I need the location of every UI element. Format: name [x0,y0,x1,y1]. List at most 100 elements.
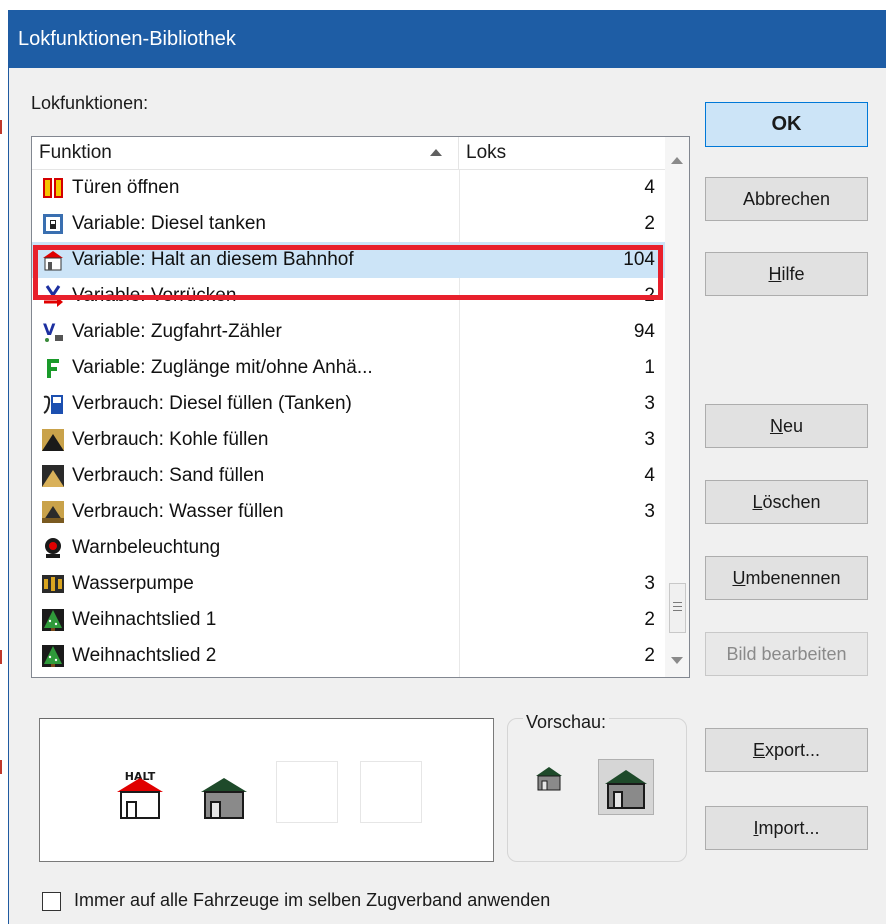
svg-text:V: V [43,321,56,339]
list-item[interactable]: Verbrauch: Sand füllen 4 [32,458,665,494]
preview-large-frame [598,759,654,815]
ok-button[interactable]: OK [705,102,868,147]
water-pump-icon [42,575,64,593]
list-item[interactable]: Weihnachtslied 1 2 [32,602,665,638]
image-slot-station[interactable] [192,761,254,823]
new-button[interactable]: Neu [705,404,868,448]
list-item-name: Variable: Diesel tanken [72,213,266,234]
advance-arrow-icon [44,285,63,307]
coal-pile-icon [42,429,64,451]
diesel-refuel-icon [43,395,63,414]
list-item[interactable]: Warnbeleuchtung [32,530,665,566]
list-item-loks: 2 [644,645,655,666]
image-slot-empty[interactable] [360,761,422,823]
list-item-loks: 1 [644,357,655,378]
title-bar[interactable]: Lokfunktionen-Bibliothek [9,10,886,68]
column-header-funktion-label: Funktion [39,142,112,163]
list-item-name: Verbrauch: Diesel füllen (Tanken) [72,393,352,414]
scroll-grip [673,606,682,607]
list-item[interactable]: Verbrauch: Kohle füllen 3 [32,422,665,458]
list-item[interactable]: Wasserpumpe 3 [32,566,665,602]
scroll-thumb[interactable] [669,583,686,633]
doors-icon [43,178,63,198]
list-item-loks: 2 [644,213,655,234]
list-item-loks: 3 [644,501,655,522]
export-button[interactable]: Export... [705,728,868,772]
water-pile-icon [42,501,64,523]
new-button-mnemonic: N [769,416,783,436]
column-header-loks-label: Loks [466,142,507,163]
list-item-loks: 4 [644,177,655,198]
list-item-loks: 2 [644,609,655,630]
list-item[interactable]: Türen öffnen 4 [32,170,665,206]
rename-button[interactable]: Umbenennen [705,556,868,600]
image-slot-empty[interactable] [276,761,338,823]
list-item-name: Variable: Zugfahrt-Zähler [72,321,282,342]
sand-pile-icon [42,465,64,487]
image-slot-halt[interactable]: HALT [108,761,170,823]
scroll-down-icon[interactable] [671,657,683,664]
list-item[interactable]: Weihnachtslied 2 2 [32,638,665,674]
column-header-loks[interactable]: Loks [459,137,665,169]
list-item[interactable]: V Variable: Zugfahrt-Zähler 94 [32,314,665,350]
list-item-name: Weihnachtslied 1 [72,609,217,630]
list-item[interactable]: Variable: Zuglänge mit/ohne Anhä... 1 [32,350,665,386]
window-title: Lokfunktionen-Bibliothek [18,28,236,50]
export-button-label: xport... [764,740,821,760]
list-item-loks: 94 [633,321,655,342]
background-edge-mark [0,120,2,134]
list-item[interactable]: Verbrauch: Wasser füllen 3 [32,494,665,530]
import-button-label: mport... [758,818,820,838]
list-item-name: Verbrauch: Kohle füllen [72,429,269,450]
apply-to-all-checkbox[interactable] [42,892,61,911]
column-header-funktion[interactable]: Funktion [32,137,459,169]
help-button[interactable]: Hilfe [705,252,868,296]
preview-small-icon [536,767,562,791]
apply-to-all-label[interactable]: Immer auf alle Fahrzeuge im selben Zugve… [74,890,550,911]
list-item-name: Variable: Halt an diesem Bahnhof [72,249,354,270]
delete-button-mnemonic: L [752,492,763,512]
lokfunktionen-label: Lokfunktionen: [31,93,149,113]
list-item-name: Variable: Zuglänge mit/ohne Anhä... [72,357,373,378]
list-item-name: Weihnachtslied 2 [72,645,217,666]
warning-light-icon [45,538,61,558]
trip-counter-icon: V [43,321,63,342]
rename-button-label: mbenennen [745,568,841,588]
export-button-mnemonic: E [752,740,765,760]
cancel-button[interactable]: Abbrechen [705,177,868,221]
scroll-up-icon[interactable] [671,157,683,164]
function-list[interactable]: Funktion Loks Türen öffnen 4 Variable: D… [31,136,690,678]
image-variants-box: HALT [39,718,494,862]
list-item-name: Variable: Vorrücken [72,285,237,306]
rename-button-mnemonic: U [732,568,746,588]
delete-button[interactable]: Löschen [705,480,868,524]
list-scrollbar[interactable] [665,137,689,677]
station-icon [201,778,247,819]
preview-label: Vorschau: [523,712,610,733]
help-button-label: ilfe [781,264,805,284]
help-button-mnemonic: H [768,264,782,284]
list-item-name: Verbrauch: Sand füllen [72,465,265,486]
list-item[interactable]: Verbrauch: Diesel füllen (Tanken) 3 [32,386,665,422]
halt-station-icon: HALT [117,770,163,819]
background-edge-mark [0,760,2,774]
list-item-name: Verbrauch: Wasser füllen [72,501,284,522]
scroll-grip [673,610,682,611]
list-item-selected[interactable]: Variable: Halt an diesem Bahnhof 104 [32,242,665,278]
preview-large-icon [605,770,647,809]
fuel-pump-icon [43,214,63,234]
edit-image-button[interactable]: Bild bearbeiten [705,632,868,676]
preview-group [507,718,687,862]
import-button[interactable]: Import... [705,806,868,850]
sort-ascending-icon [430,149,442,156]
list-item[interactable]: Variable: Vorrücken 2 [32,278,665,314]
list-item-loks: 3 [644,573,655,594]
list-item-loks: 3 [644,393,655,414]
list-item[interactable]: Variable: Diesel tanken 2 [32,206,665,242]
scroll-grip [673,602,682,603]
christmas-tree-icon [42,645,64,667]
list-item-loks: 3 [644,429,655,450]
delete-button-label: öschen [762,492,821,512]
train-length-icon [47,359,59,378]
list-rows: Türen öffnen 4 Variable: Diesel tanken 2 [32,170,665,674]
